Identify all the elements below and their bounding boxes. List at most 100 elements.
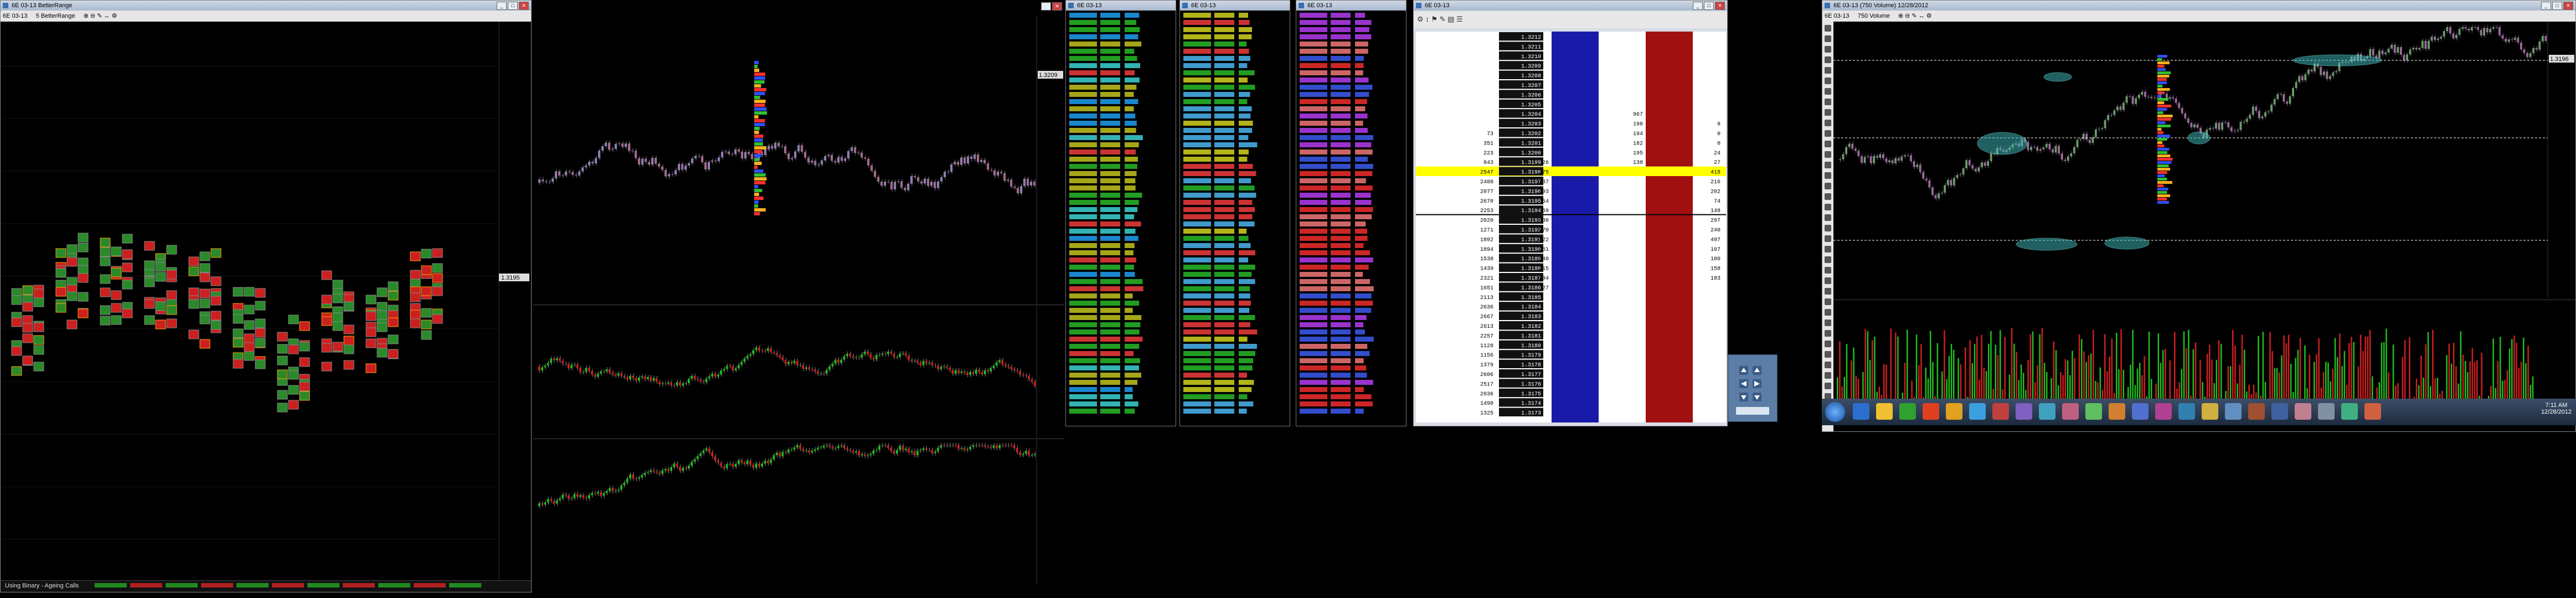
close-icon[interactable]: ✕ (2563, 2, 2573, 10)
bottom-chart-panel[interactable] (533, 440, 1064, 584)
taskbar-app-icon[interactable] (2341, 403, 2358, 420)
taskbar-app-icon[interactable] (2016, 403, 2032, 420)
drawing-tool-icon[interactable] (1825, 120, 1831, 126)
taskbar-app-icon[interactable] (2155, 403, 2172, 420)
taskbar-app-icon[interactable] (2318, 403, 2335, 420)
chart-type-selector[interactable]: 5 BetterRange (36, 13, 75, 19)
taskbar-app-icon[interactable] (1876, 403, 1893, 420)
close-icon[interactable]: ✕ (1052, 2, 1062, 11)
dom-row[interactable]: 1.3174 1498 (1480, 398, 1543, 407)
dom-row[interactable]: 1.3205 (1499, 99, 1543, 109)
taskbar-app-icon[interactable] (1899, 403, 1916, 420)
toolbar-icons[interactable]: ⊕ ⊖ ✎ ↔ ⚙ (1898, 13, 1932, 19)
drawing-tool-icon[interactable] (1825, 288, 1831, 295)
chart-type-selector[interactable]: 750 Volume (1858, 13, 1890, 19)
dom-row[interactable]: 1.3185 2113 (1480, 292, 1543, 301)
tape1-titlebar[interactable]: 6E 03-13 (1066, 1, 1176, 11)
dom-row[interactable]: 1.3184 2636 (1480, 302, 1543, 311)
betterrange-titlebar[interactable]: 6E 03-13 BetterRange _ □ ✕ (1, 1, 531, 11)
drawing-tool-icon[interactable] (1825, 235, 1831, 242)
dom-row[interactable]: 1.3208 (1499, 70, 1543, 80)
drawing-tool-icon[interactable] (1825, 88, 1831, 95)
taskbar-app-icon[interactable] (2109, 403, 2125, 420)
dom-ladder[interactable]: 1.3212 1.3211 1.3210 1.3209 1.3208 1.3207 1.32… (1416, 32, 1726, 422)
dom-row[interactable]: 1.3180 1128 (1480, 340, 1543, 349)
dom-row[interactable]: 1.3198 2547 175 415 (1416, 166, 1726, 176)
taskbar-app-icon[interactable] (1992, 403, 2009, 420)
tape2-rows[interactable] (1180, 11, 1290, 426)
nav-pad[interactable] (1728, 354, 1778, 422)
taskbar-app-icon[interactable] (2295, 403, 2311, 420)
taskbar-app-icon[interactable] (2132, 403, 2149, 420)
drawing-tool-icon[interactable] (1825, 99, 1831, 105)
dom-row[interactable]: 1.3181 2257 (1480, 331, 1543, 339)
betterrange-plot[interactable]: 1.3195 (1, 22, 531, 582)
drawing-tool-icon[interactable] (1825, 277, 1831, 284)
drawing-tool-icon[interactable] (1825, 130, 1831, 137)
drawing-tool-icon[interactable] (1825, 383, 1831, 389)
drawing-tool-icon[interactable] (1825, 78, 1831, 84)
taskbar-app-icon[interactable] (2225, 403, 2242, 420)
drawing-tool-icon[interactable] (1825, 193, 1831, 200)
drawing-tool-icon[interactable] (1825, 67, 1831, 74)
drawing-tool-icon[interactable] (1825, 35, 1831, 42)
drawing-tool-icon[interactable] (1825, 25, 1831, 32)
dom-row[interactable]: 1.3177 2606 (1480, 369, 1543, 378)
system-clock[interactable]: 7:11 AM 12/28/2012 (2541, 402, 2572, 415)
dom-row[interactable]: 1.3176 2517 (1480, 379, 1543, 388)
drawing-tool-icon[interactable] (1825, 46, 1831, 53)
drawing-tool-icon[interactable] (1825, 246, 1831, 252)
dom-row[interactable]: 1.3179 1156 (1480, 350, 1543, 359)
drawing-tools-sidebar[interactable] (1822, 22, 1833, 431)
volume-price-panel[interactable]: 1.3196 (1833, 22, 2575, 298)
toolbar-icons[interactable]: ⊕ ⊖ ✎ ↔ ⚙ (84, 13, 117, 19)
tape3-rows[interactable] (1296, 11, 1406, 426)
drawing-tool-icon[interactable] (1825, 183, 1831, 189)
taskbar-app-icon[interactable] (1923, 403, 1939, 420)
dom-row[interactable]: 1.3212 (1499, 32, 1543, 41)
tape2-titlebar[interactable]: 6E 03-13 (1180, 1, 1290, 11)
taskbar-app-icon[interactable] (1853, 403, 1869, 420)
taskbar-app-icon[interactable] (2271, 403, 2288, 420)
drawing-tool-icon[interactable] (1825, 341, 1831, 347)
drawing-tool-icon[interactable] (1825, 267, 1831, 274)
dom-row[interactable]: 1.3175 2036 (1480, 388, 1543, 398)
close-icon[interactable]: ✕ (1715, 2, 1725, 10)
drawing-tool-icon[interactable] (1825, 225, 1831, 231)
start-button[interactable] (1825, 402, 1845, 422)
drawing-tool-icon[interactable] (1825, 204, 1831, 210)
dom-row[interactable]: 1.3206 (1499, 90, 1543, 99)
taskbar-app-icon[interactable] (2248, 403, 2265, 420)
instrument-selector[interactable]: 6E 03-13 (1825, 13, 1849, 19)
drawing-tool-icon[interactable] (1825, 319, 1831, 326)
dom-row[interactable]: 1.3178 1379 (1480, 359, 1543, 369)
drawing-tool-icon[interactable] (1825, 162, 1831, 168)
dom-row[interactable]: 1.3183 2667 (1480, 311, 1543, 321)
top-price-panel[interactable]: 1.3209 (533, 17, 1064, 305)
maximize-icon[interactable]: □ (1704, 2, 1714, 10)
drawing-tool-icon[interactable] (1825, 362, 1831, 368)
drawing-tool-icon[interactable] (1825, 56, 1831, 63)
taskbar-app-icon[interactable] (1946, 403, 1962, 420)
tape3-titlebar[interactable]: 6E 03-13 (1296, 1, 1406, 11)
drawing-tool-icon[interactable] (1825, 141, 1831, 147)
minimize-icon[interactable]: _ (1693, 2, 1703, 10)
drawing-tool-icon[interactable] (1825, 298, 1831, 305)
drawing-tool-icon[interactable] (1825, 214, 1831, 221)
taskbar-app-icon[interactable] (2039, 403, 2055, 420)
taskbar-app-icon[interactable] (2202, 403, 2218, 420)
drawing-tool-icons[interactable] (1822, 22, 1833, 431)
dom-row[interactable]: 1.3209 (1499, 61, 1543, 70)
drawing-tool-icon[interactable] (1825, 151, 1831, 158)
taskbar-app-icon[interactable] (2364, 403, 2381, 420)
maximize-icon[interactable]: □ (508, 2, 518, 10)
dom-titlebar[interactable]: 6E 03-13 _ □ ✕ (1414, 1, 1727, 11)
drawing-tool-icon[interactable] (1825, 256, 1831, 263)
taskbar-app-icon[interactable] (2062, 403, 2079, 420)
drawing-tool-icon[interactable] (1825, 351, 1831, 358)
drawing-tool-icon[interactable] (1825, 330, 1831, 337)
drawing-tool-icon[interactable] (1825, 372, 1831, 379)
volume-titlebar[interactable]: 6E 03-13 (750 Volume) 12/28/2012 _ □ ✕ (1822, 1, 2575, 11)
taskbar-app-icon[interactable] (1969, 403, 1986, 420)
nav-arrows-icon[interactable] (1728, 355, 1777, 421)
